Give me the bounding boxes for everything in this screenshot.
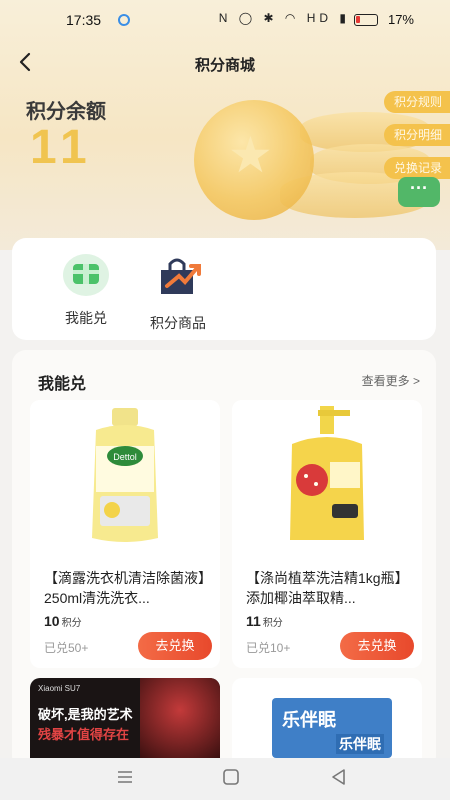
product-image-dishwashing-liquid: [232, 400, 422, 550]
points-hero-banner: 17:35 N ◯ ✱ ◠ HD ▮ 17% 积分商城 ★ 积分余额 11 积分…: [0, 0, 450, 250]
points-detail-tag[interactable]: 积分明细: [383, 124, 450, 146]
redeem-history-tag[interactable]: 兑换记录: [383, 157, 450, 179]
teaser-brand: 乐伴眠: [282, 710, 336, 730]
product-image-dettol: Dettol: [30, 400, 220, 550]
back-icon[interactable]: [330, 768, 348, 786]
teaser-slogan: 破坏,是我的艺术: [38, 707, 133, 722]
teaser-brand-2: 乐伴眠: [336, 734, 384, 754]
product-name: 【滴露洗衣机清洁除菌液】250ml清洗洗衣...: [44, 570, 212, 606]
product-points: 10 积分: [44, 613, 82, 629]
product-sold-count: 已兑10+: [246, 641, 291, 655]
category-label: 积分商品: [150, 315, 206, 331]
status-icons: N ◯ ✱ ◠ HD ▮: [218, 11, 350, 25]
app-notification-icon: [118, 14, 130, 26]
svg-text:Dettol: Dettol: [113, 452, 137, 462]
shopping-bag-icon: [161, 258, 201, 294]
product-points: 11 积分: [246, 613, 283, 629]
redeem-button[interactable]: 去兑换: [138, 632, 212, 660]
balance-value: 11: [30, 121, 93, 174]
points-rules-tag[interactable]: 积分规则: [383, 91, 450, 113]
page-title: 积分商城: [194, 57, 255, 74]
can-redeem-section: 我能兑 查看更多 > Dettol 【滴露洗衣机清洁除菌液】250ml清洗洗衣.…: [12, 350, 436, 770]
product-card-teaser[interactable]: 乐伴眠 乐伴眠: [232, 678, 422, 758]
view-more-link[interactable]: 查看更多 >: [362, 372, 420, 389]
section-title: 我能兑: [38, 376, 87, 393]
product-card-teaser[interactable]: Xiaomi SU7 破坏,是我的艺术 残暴才值得存在: [30, 678, 220, 758]
teaser-slogan-2: 残暴才值得存在: [38, 727, 130, 742]
category-points-goods[interactable]: 积分商品: [128, 252, 228, 333]
teaser-brand: Xiaomi SU7: [38, 684, 81, 693]
category-label: 我能兑: [65, 310, 107, 326]
product-card[interactable]: 【涤尚植萃洗洁精1kg瓶】添加椰油萃取精... 11 积分 已兑10+ 去兑换: [232, 400, 422, 668]
product-name: 【涤尚植萃洗洁精1kg瓶】添加椰油萃取精...: [246, 570, 409, 606]
category-card: 我能兑 积分商品: [12, 238, 436, 340]
category-can-redeem[interactable]: 我能兑: [36, 252, 136, 328]
battery-icon: [354, 14, 378, 26]
star-icon: ★: [228, 127, 273, 183]
menu-icon[interactable]: [116, 768, 134, 786]
product-card[interactable]: Dettol 【滴露洗衣机清洁除菌液】250ml清洗洗衣... 10 积分 已兑5…: [30, 400, 220, 668]
battery-level: 17%: [387, 12, 414, 27]
product-sold-count: 已兑50+: [44, 641, 89, 655]
gift-box-icon: [61, 252, 111, 298]
system-navigation-bar: [0, 758, 450, 800]
home-icon[interactable]: [222, 768, 240, 786]
status-time: 17:35: [66, 12, 102, 28]
more-options-button[interactable]: ···: [398, 177, 440, 207]
status-bar: 17:35 N ◯ ✱ ◠ HD ▮ 17%: [0, 8, 450, 32]
redeem-button[interactable]: 去兑换: [340, 632, 414, 660]
